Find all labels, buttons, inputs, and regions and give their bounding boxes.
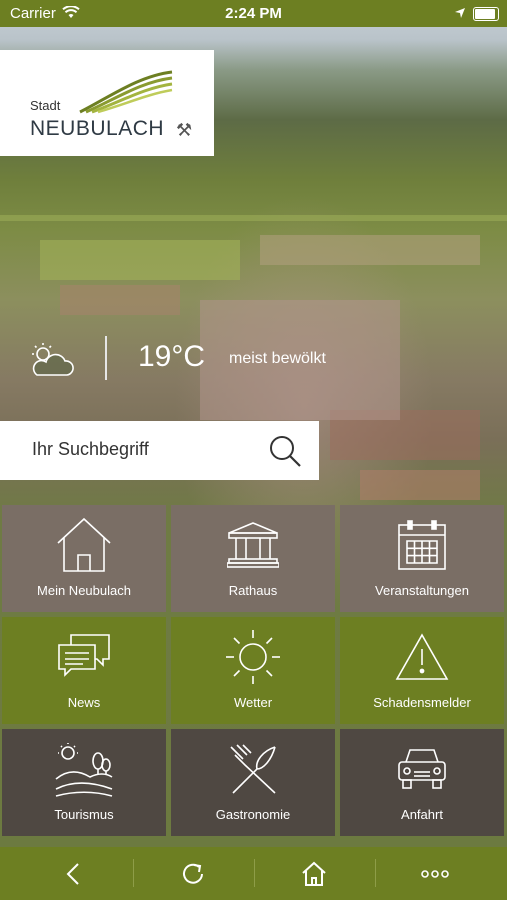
app-screen: Carrier 2:24 PM Stadt NEUBULACH ⚒ 19°C m… — [0, 0, 507, 900]
townhall-icon — [227, 522, 279, 568]
tile-news[interactable]: News — [2, 617, 166, 724]
search-icon[interactable] — [268, 434, 302, 468]
chat-icon — [58, 634, 110, 677]
more-button[interactable] — [372, 847, 498, 900]
tile-label: Rathaus — [228, 583, 278, 598]
home-button[interactable] — [251, 847, 377, 900]
tile-rathaus[interactable]: Rathaus — [171, 505, 335, 612]
car-icon — [398, 749, 446, 789]
tile-tourismus[interactable]: Tourismus — [2, 729, 166, 836]
temperature: 19°C — [138, 340, 206, 373]
tile-wetter[interactable]: Wetter — [171, 617, 335, 724]
tile-label: Wetter — [233, 695, 273, 710]
sun-icon — [226, 630, 280, 684]
location-arrow-icon — [455, 8, 465, 18]
weather-divider — [105, 336, 107, 380]
tile-label: Tourismus — [54, 807, 114, 822]
city-logo: Stadt NEUBULACH ⚒ — [0, 50, 214, 156]
tile-veranstaltungen[interactable]: Veranstaltungen — [340, 505, 504, 612]
weather-widget[interactable]: 19°C meist bewölkt — [0, 332, 507, 382]
reload-icon — [183, 863, 203, 884]
tile-mein-neubulach[interactable]: Mein Neubulach — [2, 505, 166, 612]
partly-cloudy-icon — [32, 343, 74, 376]
cutlery-icon — [230, 744, 276, 794]
back-icon — [66, 862, 79, 885]
tile-label: Anfahrt — [401, 807, 443, 822]
logo-stadt-text: Stadt — [30, 98, 61, 113]
search-input[interactable]: Ihr Suchbegriff — [32, 439, 149, 460]
weather-description: meist bewölkt — [229, 350, 326, 367]
hammer-pick-icon: ⚒ — [176, 120, 193, 140]
logo-city-name: NEUBULACH — [30, 117, 165, 140]
home-icon — [302, 861, 326, 886]
back-button[interactable] — [10, 847, 136, 900]
tile-label: Schadensmelder — [373, 695, 471, 710]
battery-icon — [473, 7, 499, 21]
warning-icon — [395, 633, 449, 680]
tile-label: Mein Neubulach — [37, 583, 131, 598]
tile-gastronomie[interactable]: Gastronomie — [171, 729, 335, 836]
tile-label: Veranstaltungen — [375, 583, 469, 598]
tile-anfahrt[interactable]: Anfahrt — [340, 729, 504, 836]
bottom-nav — [0, 847, 507, 900]
landscape-icon — [55, 743, 113, 797]
status-bar: Carrier 2:24 PM — [0, 0, 507, 27]
tile-label: News — [67, 695, 101, 710]
clock: 2:24 PM — [225, 5, 282, 22]
tile-label: Gastronomie — [215, 807, 291, 822]
reload-button[interactable] — [130, 847, 256, 900]
house-icon — [57, 517, 111, 572]
calendar-icon — [398, 520, 446, 570]
tile-schadensmelder[interactable]: Schadensmelder — [340, 617, 504, 724]
more-icon — [421, 869, 449, 878]
logo-swoosh-icon — [79, 70, 173, 114]
search-bar[interactable]: Ihr Suchbegriff — [0, 421, 319, 480]
